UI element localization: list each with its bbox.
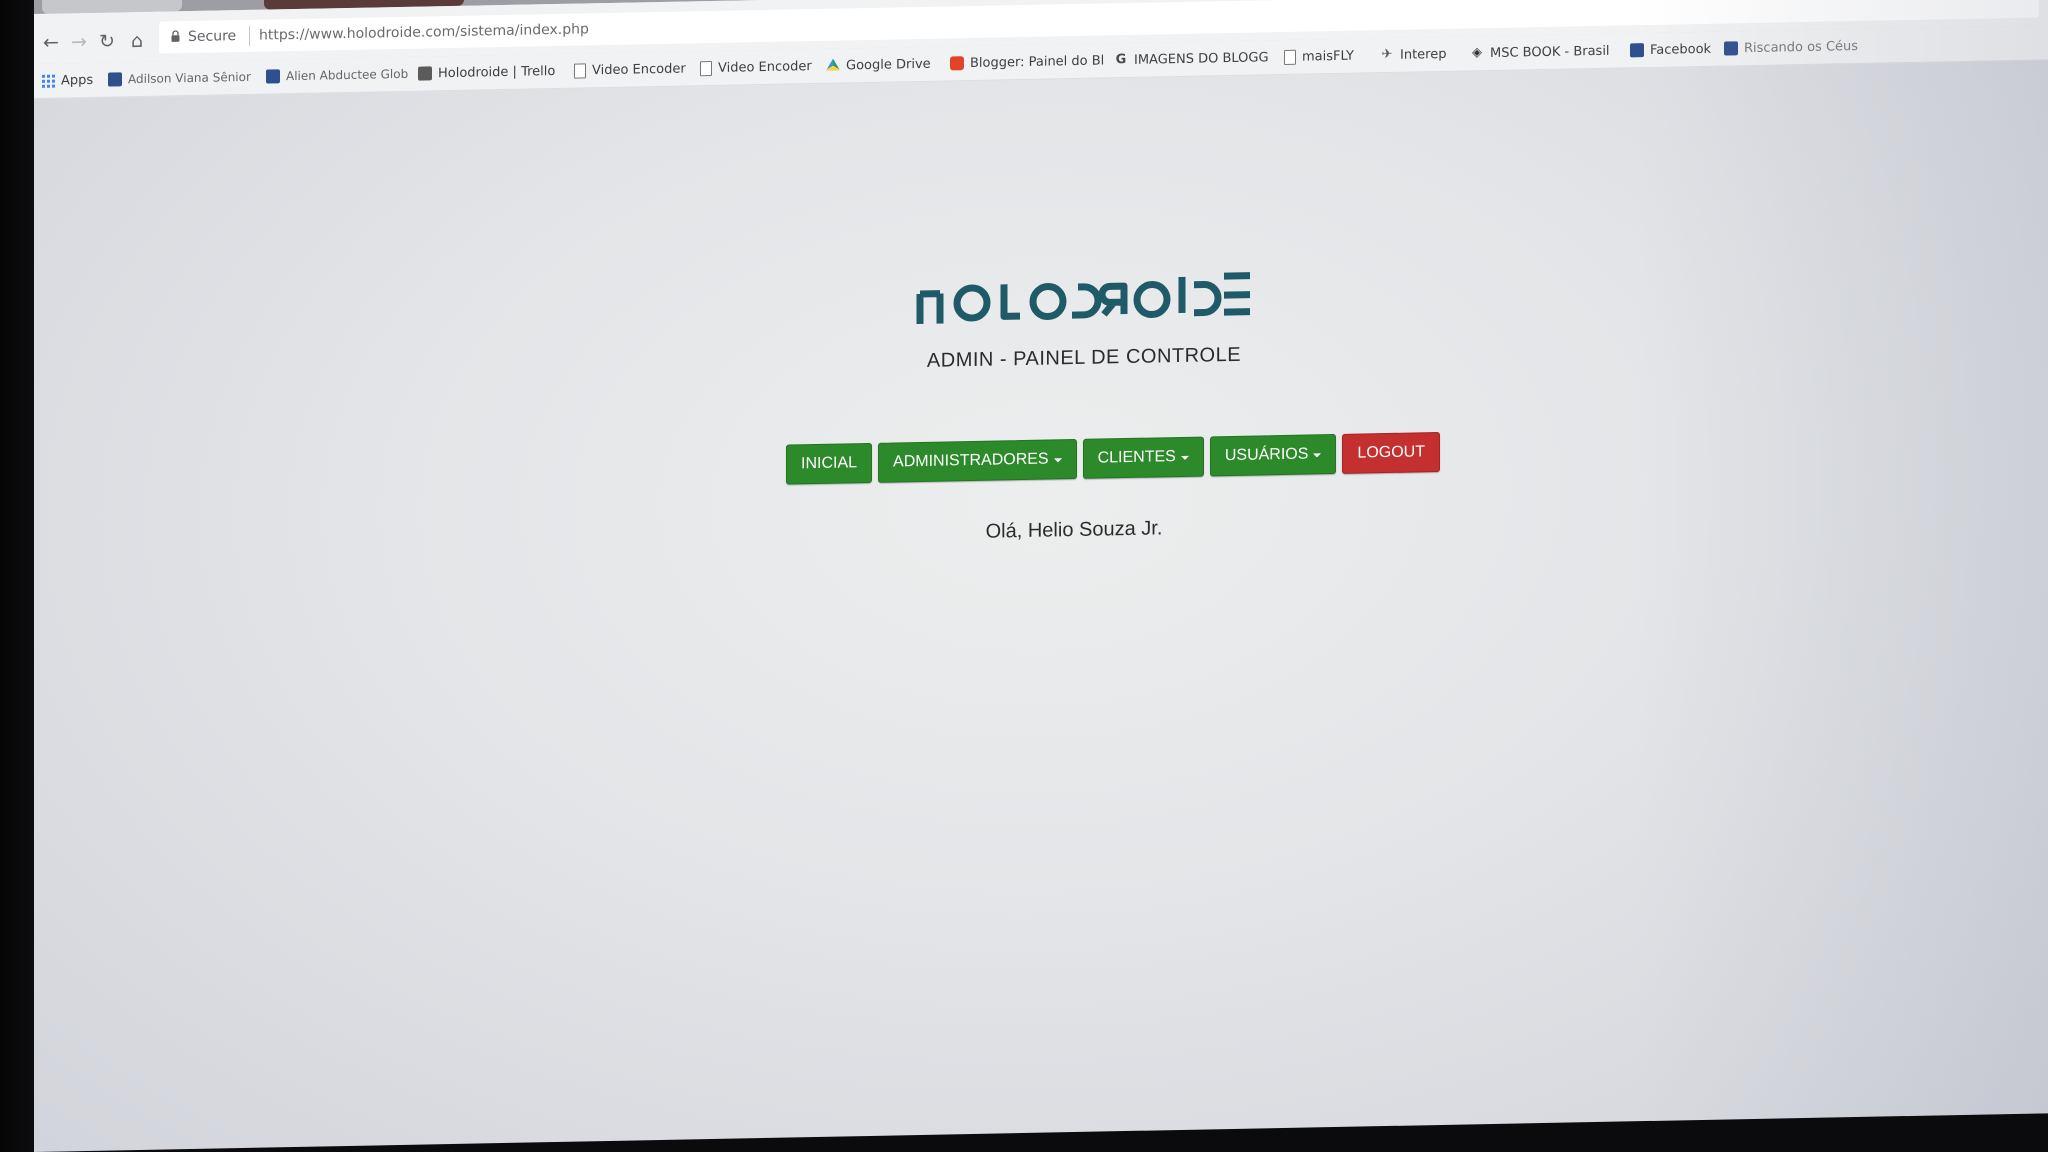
bookmark-adilson[interactable]: Adilson Viana Sênior xyxy=(108,67,251,90)
url-separator xyxy=(249,25,250,46)
bookmark-riscando-os-ceus[interactable]: Riscando os Céus xyxy=(1724,36,1858,59)
bookmark-blogger[interactable]: Blogger: Painel do Bl xyxy=(950,50,1104,73)
document-icon xyxy=(700,60,712,76)
facebook-icon xyxy=(1630,43,1644,58)
trello-icon xyxy=(418,66,432,81)
apps-grid-icon xyxy=(42,74,55,88)
bookmark-label: IMAGENS DO BLOGG xyxy=(1134,49,1269,68)
browser-window: ← → ↻ ⌂ Secure https://www.holodroide.co… xyxy=(34,0,2048,1152)
inicial-button[interactable]: INICIAL xyxy=(786,442,873,485)
bookmark-label: Adilson Viana Sênior xyxy=(128,69,251,87)
caret-down-icon xyxy=(1313,453,1322,458)
bookmark-label: maisFLY xyxy=(1302,48,1354,65)
lock-icon xyxy=(171,30,180,42)
clientes-dropdown[interactable]: CLIENTES xyxy=(1082,436,1204,479)
holodroide-logo xyxy=(914,266,1254,329)
google-icon: G xyxy=(1115,52,1127,68)
bookmark-label: MSC BOOK - Brasil xyxy=(1490,43,1610,61)
facebook-icon xyxy=(108,72,122,87)
bookmark-video-encoder-2[interactable]: Video Encoder xyxy=(700,56,812,78)
reload-icon[interactable]: ↻ xyxy=(96,30,118,52)
bookmark-label: Video Encoder xyxy=(592,60,686,78)
bookmark-label: Blogger: Painel do Bl xyxy=(970,52,1105,71)
caret-down-icon xyxy=(1053,458,1062,463)
back-arrow-icon[interactable]: ← xyxy=(40,31,62,54)
blogger-icon xyxy=(950,56,964,71)
page-content: ADMIN - PAINEL DE CONTROLE INICIAL ADMIN… xyxy=(34,60,2048,1152)
caret-down-icon xyxy=(1180,455,1189,460)
facebook-icon xyxy=(266,69,280,84)
bookmark-label: Riscando os Céus xyxy=(1744,38,1859,56)
bookmark-msc-book[interactable]: ◈ MSC BOOK - Brasil xyxy=(1470,41,1610,64)
usuarios-label: USUÁRIOS xyxy=(1224,445,1309,465)
google-drive-icon xyxy=(826,59,840,73)
usuarios-dropdown[interactable]: USUÁRIOS xyxy=(1209,433,1337,477)
forward-arrow-icon[interactable]: → xyxy=(68,31,90,53)
holodroide-logo-image xyxy=(916,272,1250,325)
clientes-label: CLIENTES xyxy=(1097,448,1176,467)
bookmark-label: Alien Abductee Glob xyxy=(286,66,409,84)
bookmark-alien-abductee[interactable]: Alien Abductee Glob xyxy=(266,64,408,87)
bookmark-google-drive[interactable]: Google Drive xyxy=(826,54,931,76)
greeting-text: Olá, Helio Souza Jr. xyxy=(985,517,1163,543)
administradores-dropdown[interactable]: ADMINISTRADORES xyxy=(878,438,1077,483)
bookmark-trello[interactable]: Holodroide | Trello xyxy=(418,61,555,84)
home-icon[interactable]: ⌂ xyxy=(126,30,148,52)
bookmark-label: Holodroide | Trello xyxy=(438,63,556,81)
secure-label: Secure xyxy=(188,28,237,46)
bookmark-interep[interactable]: ✈ Interep xyxy=(1380,44,1447,65)
bookmark-imagens-do-blogg[interactable]: G IMAGENS DO BLOGG xyxy=(1114,47,1269,70)
msc-icon: ◈ xyxy=(1472,45,1482,61)
bookmark-video-encoder-1[interactable]: Video Encoder xyxy=(574,58,686,80)
bookmark-label: Interep xyxy=(1400,46,1447,63)
document-icon xyxy=(1284,49,1296,65)
logout-button[interactable]: LOGOUT xyxy=(1342,432,1440,474)
main-menu: INICIAL ADMINISTRADORES CLIENTES USUÁRIO… xyxy=(786,432,1440,485)
logout-label: LOGOUT xyxy=(1357,443,1425,462)
bookmark-facebook[interactable]: Facebook xyxy=(1630,39,1711,61)
bookmark-maisfly[interactable]: maisFLY xyxy=(1284,46,1354,67)
bookmark-label: Google Drive xyxy=(846,56,931,73)
plane-icon: ✈ xyxy=(1381,46,1393,63)
facebook-icon xyxy=(1724,41,1738,56)
bookmark-label: Facebook xyxy=(1650,41,1712,58)
bookmark-apps[interactable]: Apps xyxy=(42,70,93,91)
bookmark-label: Video Encoder xyxy=(718,58,812,76)
document-icon xyxy=(574,62,586,79)
url-text[interactable]: https://www.holodroide.com/sistema/index… xyxy=(259,21,589,43)
bookmark-label: Apps xyxy=(61,72,94,88)
inicial-label: INICIAL xyxy=(801,454,858,473)
page-subtitle: ADMIN - PAINEL DE CONTROLE xyxy=(926,343,1242,372)
administradores-label: ADMINISTRADORES xyxy=(893,450,1049,471)
